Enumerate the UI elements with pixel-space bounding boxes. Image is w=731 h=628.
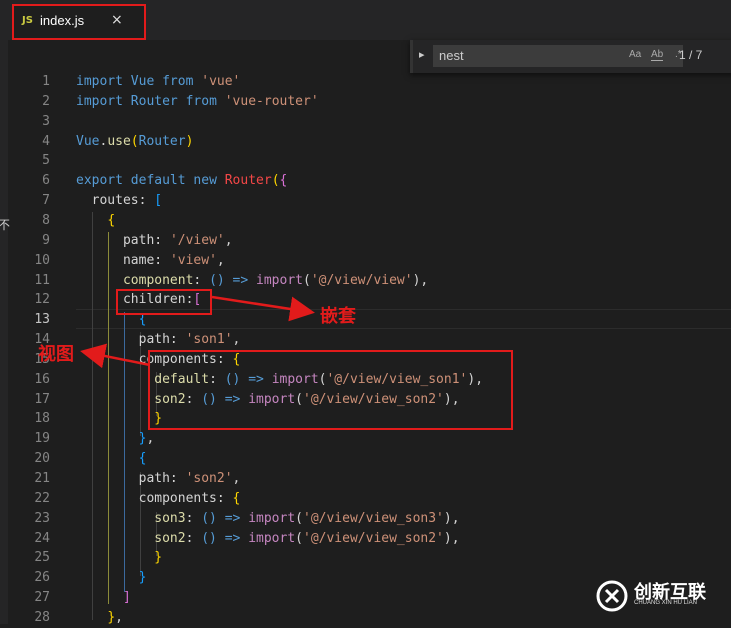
nesting-arrow xyxy=(211,295,315,322)
logo-icon xyxy=(596,580,628,612)
views-annotation: 视图 xyxy=(38,344,74,365)
annotation-arrows xyxy=(80,295,315,369)
watermark-sub: CHUANG XIN HU LIAN xyxy=(634,600,698,606)
nesting-annotation: 嵌套 xyxy=(320,306,356,327)
views-arrow xyxy=(80,343,151,369)
watermark-logo: 创新互联 CHUANG XIN HU LIAN xyxy=(596,580,706,616)
